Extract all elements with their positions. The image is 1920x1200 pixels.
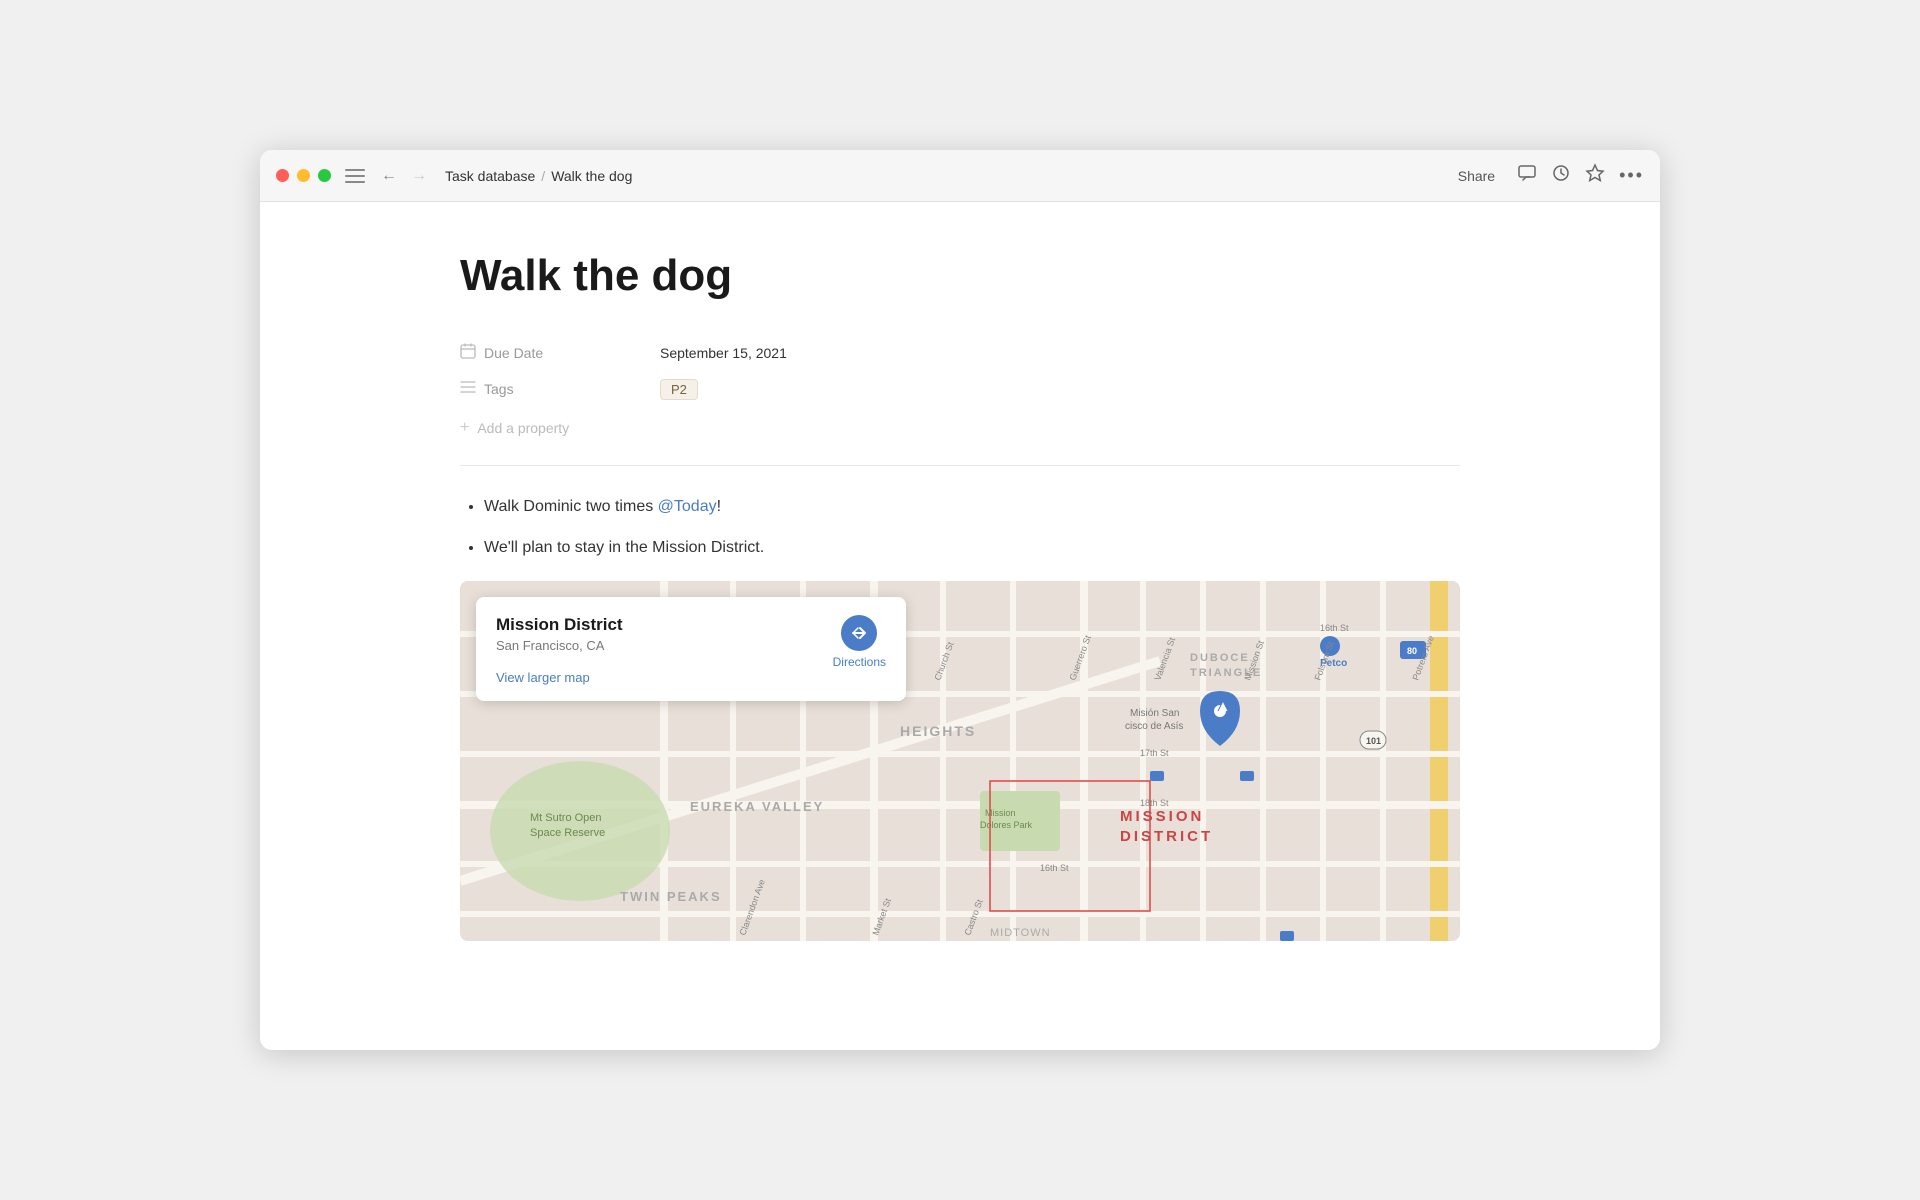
map-popup: Mission District San Francisco, CA Direc… — [476, 597, 906, 701]
svg-text:DISTRICT: DISTRICT — [1120, 828, 1213, 845]
svg-text:HEIGHTS: HEIGHTS — [900, 723, 976, 739]
popup-location-subtitle: San Francisco, CA — [496, 638, 623, 653]
tags-row: Tags P2 — [460, 371, 1460, 407]
back-button[interactable]: ← — [377, 165, 401, 187]
tags-value[interactable]: P2 — [660, 381, 698, 397]
traffic-lights — [276, 169, 331, 182]
menu-icon[interactable] — [345, 169, 365, 183]
titlebar-actions: Share ••• — [1450, 163, 1644, 188]
share-button[interactable]: Share — [1450, 164, 1503, 188]
bullet1-text: Walk Dominic two times — [484, 498, 658, 515]
today-mention[interactable]: @Today — [658, 498, 717, 515]
directions-icon — [841, 615, 877, 651]
nav-arrows: ← → — [377, 165, 431, 187]
due-date-row: Due Date September 15, 2021 — [460, 335, 1460, 371]
breadcrumb: Task database / Walk the dog — [445, 168, 1450, 184]
due-date-label-text: Due Date — [484, 345, 543, 361]
svg-text:17th St: 17th St — [1140, 748, 1169, 758]
close-button[interactable] — [276, 169, 289, 182]
bullet-list: Walk Dominic two times @Today! We'll pla… — [460, 494, 1460, 561]
view-larger-map-link[interactable]: View larger map — [496, 670, 590, 685]
tags-label-text: Tags — [484, 381, 514, 397]
add-property-label: Add a property — [477, 420, 569, 436]
list-item: We'll plan to stay in the Mission Distri… — [484, 535, 1460, 561]
calendar-icon — [460, 343, 476, 363]
more-icon[interactable]: ••• — [1619, 165, 1644, 186]
svg-text:Mt Sutro Open: Mt Sutro Open — [530, 812, 602, 824]
map-embed: Mt Sutro Open Space Reserve Mission Dolo… — [460, 581, 1460, 941]
svg-text:Space Reserve: Space Reserve — [530, 827, 605, 839]
history-icon[interactable] — [1551, 163, 1571, 188]
add-property-button[interactable]: + Add a property — [460, 411, 1460, 445]
due-date-label[interactable]: Due Date — [460, 343, 660, 363]
titlebar: ← → Task database / Walk the dog Share — [260, 150, 1660, 202]
svg-text:DUBOCE: DUBOCE — [1190, 652, 1250, 664]
properties-section: Due Date September 15, 2021 Tags P2 — [460, 335, 1460, 445]
popup-directions[interactable]: Directions — [833, 615, 886, 669]
svg-text:cisco de Asís: cisco de Asís — [1125, 721, 1183, 732]
due-date-value[interactable]: September 15, 2021 — [660, 345, 787, 361]
add-property-icon: + — [460, 419, 469, 437]
directions-label: Directions — [833, 655, 886, 669]
maximize-button[interactable] — [318, 169, 331, 182]
minimize-button[interactable] — [297, 169, 310, 182]
star-icon[interactable] — [1585, 163, 1605, 188]
svg-text:TWIN PEAKS: TWIN PEAKS — [620, 889, 722, 904]
content-divider — [460, 465, 1460, 466]
breadcrumb-parent[interactable]: Task database — [445, 168, 535, 184]
list-item: Walk Dominic two times @Today! — [484, 494, 1460, 520]
tag-p2[interactable]: P2 — [660, 379, 698, 400]
tags-icon — [460, 379, 476, 399]
svg-text:16th St: 16th St — [1320, 623, 1349, 633]
bullet2-text: We'll plan to stay in the Mission Distri… — [484, 539, 764, 556]
popup-header: Mission District San Francisco, CA Direc… — [496, 615, 886, 669]
svg-text:MIDTOWN: MIDTOWN — [990, 927, 1051, 939]
bullet1-suffix: ! — [717, 498, 721, 515]
svg-text:18th St: 18th St — [1140, 798, 1169, 808]
app-window: ← → Task database / Walk the dog Share — [260, 150, 1660, 1050]
page-title: Walk the dog — [460, 250, 1460, 303]
svg-text:EUREKA VALLEY: EUREKA VALLEY — [690, 799, 824, 814]
breadcrumb-separator: / — [541, 168, 545, 184]
popup-info: Mission District San Francisco, CA — [496, 615, 623, 653]
svg-text:80: 80 — [1407, 646, 1417, 656]
svg-text:101: 101 — [1366, 736, 1381, 746]
page-content: Walk the dog Due Date September 15, 2021 — [260, 202, 1660, 1050]
popup-location-title: Mission District — [496, 615, 623, 635]
breadcrumb-current: Walk the dog — [551, 168, 632, 184]
svg-text:Misión San: Misión San — [1130, 708, 1179, 719]
forward-button[interactable]: → — [407, 165, 431, 187]
svg-text:16th St: 16th St — [1040, 863, 1069, 873]
svg-text:MISSION: MISSION — [1120, 808, 1204, 825]
tags-label[interactable]: Tags — [460, 379, 660, 399]
svg-text:Dolores Park: Dolores Park — [980, 820, 1033, 830]
comment-icon[interactable] — [1517, 163, 1537, 188]
